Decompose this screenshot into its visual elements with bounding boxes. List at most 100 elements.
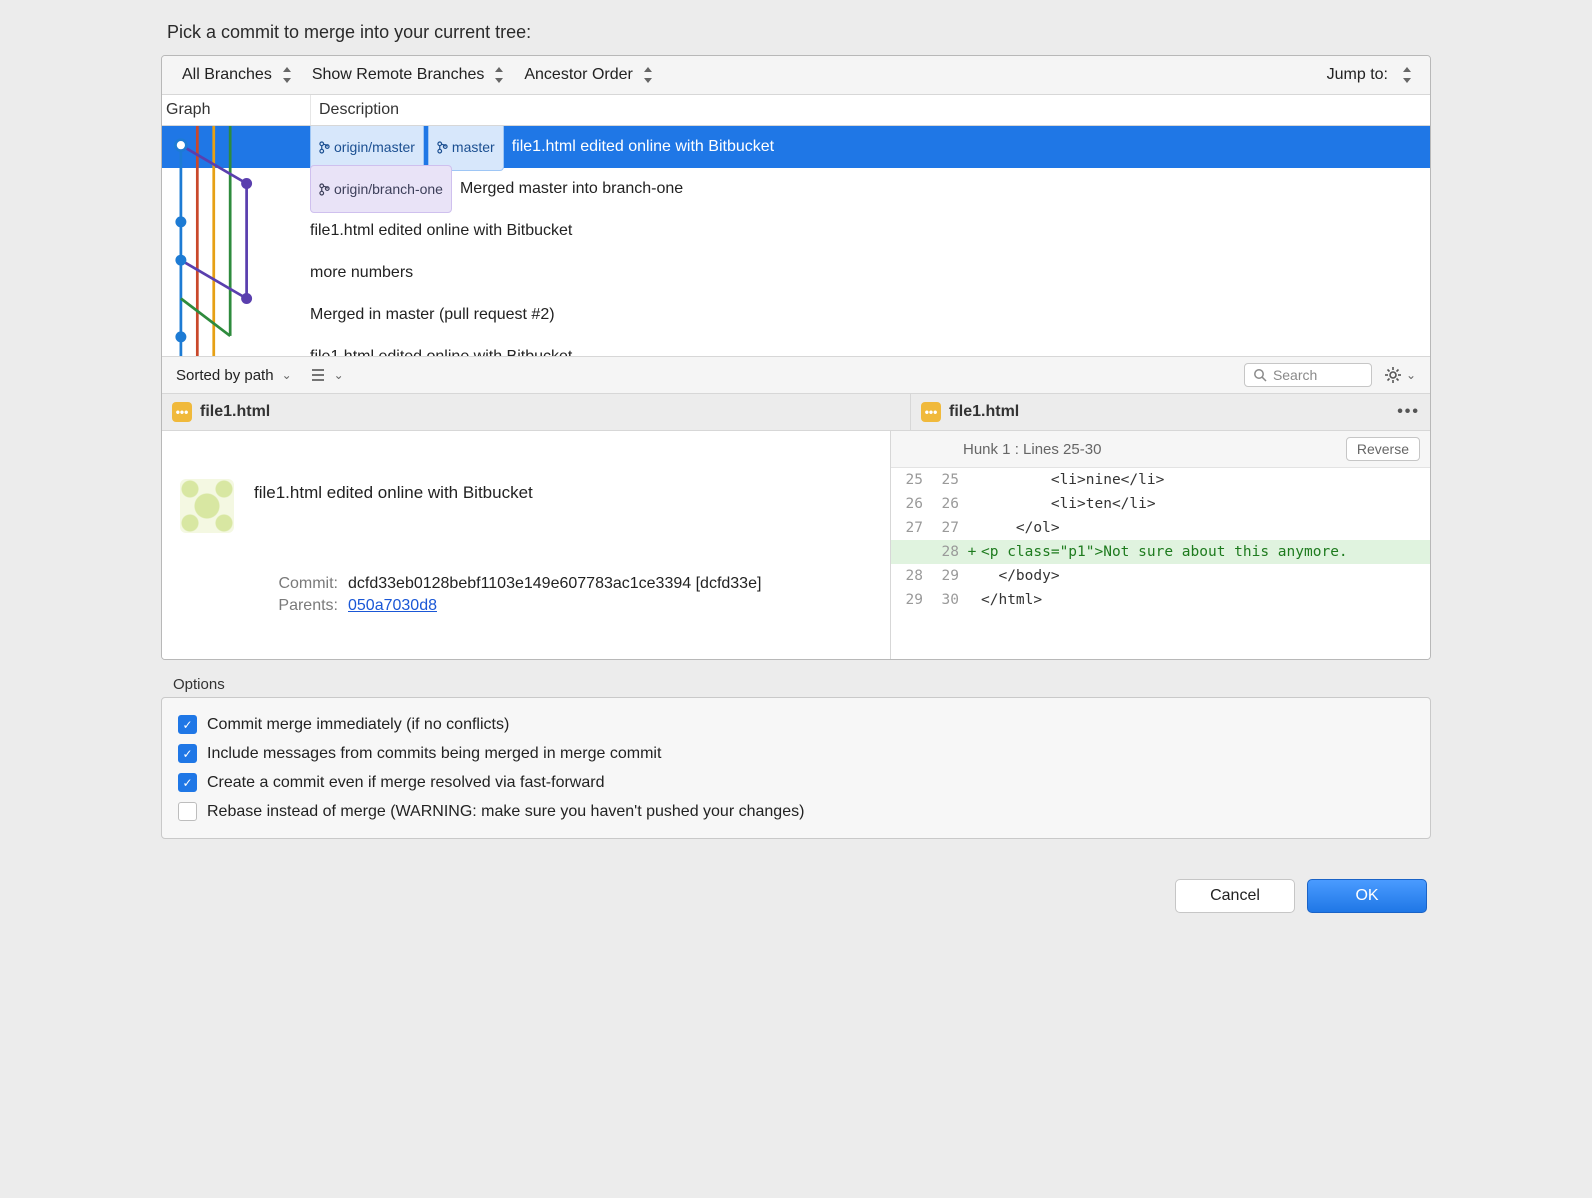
file-actions-menu[interactable]: ••• [1397, 403, 1420, 421]
commit-hash-value: dcfd33eb0128bebf1103e149e607783ac1ce3394… [348, 575, 761, 593]
jump-to-dropdown[interactable]: Jump to: [1327, 66, 1420, 84]
diff-line[interactable]: 2525 <li>nine</li> [891, 468, 1430, 492]
commit-hash-label: Commit: [258, 575, 338, 593]
file-icon: ••• [172, 402, 192, 422]
jump-to-label: Jump to: [1327, 66, 1388, 84]
remote-toggle-label: Show Remote Branches [312, 66, 485, 84]
branch-icon [319, 183, 330, 196]
option-label: Create a commit even if merge resolved v… [207, 774, 604, 792]
commit-row[interactable]: Merged in master (pull request #2) [162, 294, 1430, 336]
file-name-right: file1.html [949, 403, 1019, 421]
option-checkbox[interactable]: ✓ [178, 715, 197, 734]
diff-line[interactable]: 2829 </body> [891, 564, 1430, 588]
commit-row-message: file1.html edited online with Bitbucket [310, 210, 572, 252]
commit-row[interactable]: origin/mastermaster file1.html edited on… [162, 126, 1430, 168]
reverse-hunk-button[interactable]: Reverse [1346, 437, 1420, 461]
diff-sign: + [963, 540, 981, 564]
file-header-left[interactable]: ••• file1.html [162, 394, 911, 430]
branch-tag[interactable]: origin/branch-one [310, 165, 452, 213]
option-checkbox[interactable]: ✓ [178, 773, 197, 792]
diff-sign [963, 468, 981, 492]
line-number-new: 30 [927, 588, 963, 612]
line-number-old: 26 [891, 492, 927, 516]
line-number-new: 26 [927, 492, 963, 516]
commit-parent-link[interactable]: 050a7030d8 [348, 597, 437, 615]
line-number-old: 29 [891, 588, 927, 612]
branches-dropdown[interactable]: All Branches [172, 62, 302, 88]
commit-row[interactable]: file1.html edited online with Bitbucket [162, 336, 1430, 357]
diff-line[interactable]: 2626 <li>ten</li> [891, 492, 1430, 516]
chevron-updown-icon [494, 67, 504, 83]
option-row: ✓Rebase instead of merge (WARNING: make … [178, 797, 1414, 826]
column-description-header[interactable]: Description [311, 95, 1430, 125]
column-header: Graph Description [162, 95, 1430, 126]
line-number-old: 25 [891, 468, 927, 492]
diff-line[interactable]: 2727 </ol> [891, 516, 1430, 540]
search-input[interactable]: Search [1244, 363, 1372, 387]
line-number-old: 27 [891, 516, 927, 540]
line-number-new: 27 [927, 516, 963, 540]
option-checkbox[interactable]: ✓ [178, 802, 197, 821]
order-dropdown[interactable]: Ancestor Order [514, 62, 662, 88]
diff-line[interactable]: 28+<p class="p1">Not sure about this any… [891, 540, 1430, 564]
filter-toolbar: All Branches Show Remote Branches Ancest… [162, 56, 1430, 95]
diff-line[interactable]: 2930 </html> [891, 588, 1430, 612]
option-row: ✓ Create a commit even if merge resolved … [178, 768, 1414, 797]
line-number-old [891, 540, 927, 564]
diff-code: <li>ten</li> [981, 492, 1430, 516]
diff-code: <p class="p1">Not sure about this anymor… [981, 540, 1430, 564]
settings-dropdown[interactable]: ⌄ [1384, 366, 1416, 384]
hunk-label: Hunk 1 : Lines 25-30 [963, 441, 1101, 458]
main-panel: All Branches Show Remote Branches Ancest… [161, 55, 1431, 660]
commit-row-message: Merged master into branch-one [460, 168, 683, 210]
file-header-right[interactable]: ••• file1.html [921, 402, 1019, 422]
avatar [180, 479, 234, 533]
option-row: ✓Include messages from commits being mer… [178, 739, 1414, 768]
file-toolbar: Sorted by path ⌄ ⌄ Search ⌄ [162, 357, 1430, 394]
commit-row[interactable]: origin/branch-one Merged master into bra… [162, 168, 1430, 210]
diff-sign [963, 588, 981, 612]
dialog-buttons: Cancel OK [161, 839, 1431, 913]
sort-label: Sorted by path [176, 367, 274, 384]
diff-panel: Hunk 1 : Lines 25-30 Reverse 2525 <li>ni… [891, 431, 1430, 659]
column-graph-header[interactable]: Graph [162, 95, 311, 125]
chevron-updown-icon [282, 67, 292, 83]
sort-dropdown[interactable]: Sorted by path ⌄ [176, 367, 292, 384]
commit-graph-area: origin/mastermaster file1.html edited on… [162, 126, 1430, 357]
line-number-new: 25 [927, 468, 963, 492]
list-lines-icon [310, 367, 326, 383]
commit-row[interactable]: file1.html edited online with Bitbucket [162, 210, 1430, 252]
lower-split: file1.html edited online with Bitbucket … [162, 431, 1430, 659]
diff-code: </body> [981, 564, 1430, 588]
ok-button[interactable]: OK [1307, 879, 1427, 913]
chevron-updown-icon [643, 67, 653, 83]
file-headers: ••• file1.html ••• file1.html ••• [162, 394, 1430, 431]
branches-dropdown-label: All Branches [182, 66, 272, 84]
search-icon [1253, 368, 1267, 382]
commit-detail-panel: file1.html edited online with Bitbucket … [162, 431, 891, 659]
diff-code: <li>nine</li> [981, 468, 1430, 492]
order-label: Ancestor Order [524, 66, 632, 84]
options-box: ✓Commit merge immediately (if no conflic… [161, 697, 1431, 839]
branch-icon [319, 141, 330, 154]
file-icon: ••• [921, 402, 941, 422]
chevron-down-icon: ⌄ [282, 368, 292, 382]
cancel-button[interactable]: Cancel [1175, 879, 1295, 913]
dialog-title: Pick a commit to merge into your current… [161, 0, 1431, 55]
branch-graph [162, 126, 302, 356]
line-number-old: 28 [891, 564, 927, 588]
diff-code: </html> [981, 588, 1430, 612]
chevron-down-icon: ⌄ [334, 368, 344, 382]
remote-toggle-dropdown[interactable]: Show Remote Branches [302, 62, 515, 88]
commit-row[interactable]: more numbers [162, 252, 1430, 294]
commit-row-message: more numbers [310, 252, 413, 294]
commit-parents-label: Parents: [258, 597, 338, 615]
diff-sign [963, 564, 981, 588]
commit-row-message: file1.html edited online with Bitbucket [310, 336, 572, 357]
option-checkbox[interactable]: ✓ [178, 744, 197, 763]
diff-sign [963, 492, 981, 516]
view-mode-dropdown[interactable]: ⌄ [310, 367, 344, 383]
option-row: ✓Commit merge immediately (if no conflic… [178, 710, 1414, 739]
line-number-new: 28 [927, 540, 963, 564]
commit-row-message: file1.html edited online with Bitbucket [512, 126, 774, 168]
